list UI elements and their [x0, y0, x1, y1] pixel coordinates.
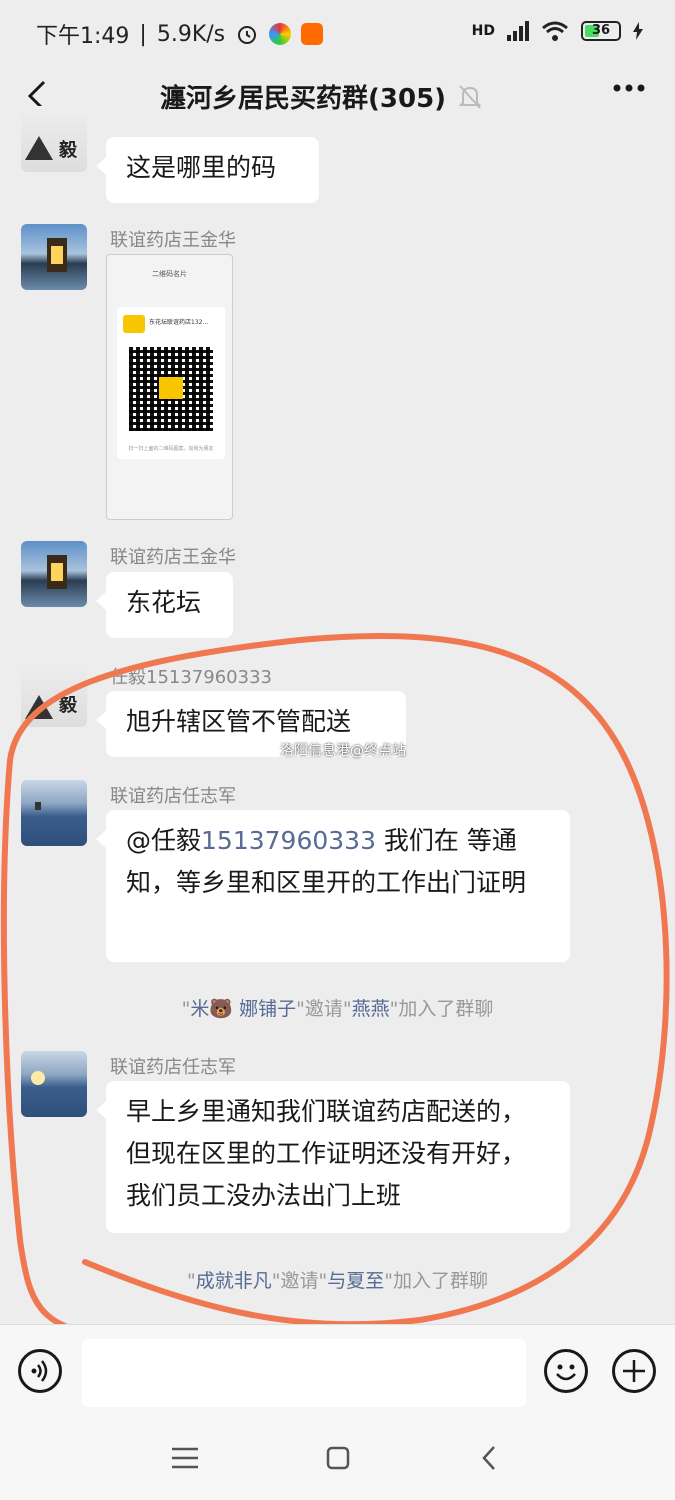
menu-icon[interactable]: [172, 1446, 198, 1470]
system-nav-bar: [0, 1420, 675, 1500]
sender-name: 任毅15137960333: [110, 667, 272, 688]
mi-app-icon: [301, 23, 324, 45]
inviter-name[interactable]: 成就非凡: [196, 1270, 272, 1292]
chat-header: 瀍河乡居民买药群(305): [0, 66, 675, 126]
battery-icon: 36: [581, 21, 621, 41]
message-input[interactable]: [82, 1339, 526, 1407]
chat-title: 瀍河乡居民买药群(305): [160, 84, 447, 114]
system-notice: "米🐻 娜铺子"邀请"燕燕"加入了群聊: [181, 998, 494, 1020]
status-bar: 下午1:49 | 5.9K/s HD 36: [0, 0, 675, 66]
qr-code-image[interactable]: 二维码名片 东花坛联谊药店132... 扫一扫上面的二维码图案，加我为朋友: [106, 254, 233, 520]
signal-icon: [507, 21, 529, 41]
wifi-icon: [542, 21, 568, 41]
alarm-icon: [238, 26, 257, 44]
more-functions-button[interactable]: [612, 1349, 656, 1393]
message-bubble[interactable]: 这是哪里的码: [96, 137, 319, 203]
inviter-name[interactable]: 米🐻 娜铺子: [190, 998, 296, 1020]
input-bar: [0, 1324, 675, 1421]
sender-name: 联谊药店王金华: [110, 547, 236, 568]
watermark: 洛阳信息港@终点站: [280, 743, 406, 759]
invitee-name[interactable]: 燕燕: [352, 998, 390, 1020]
system-back-icon[interactable]: [480, 1444, 498, 1472]
charging-icon: [633, 22, 643, 40]
avatar[interactable]: [21, 224, 87, 290]
message-bubble[interactable]: 东花坛: [96, 572, 233, 638]
invitee-name[interactable]: 与夏至: [327, 1270, 384, 1292]
more-options-icon[interactable]: [613, 84, 645, 92]
avatar[interactable]: 毅: [21, 661, 87, 727]
sender-name: 联谊药店王金华: [110, 230, 236, 251]
hd-label: HD: [471, 23, 495, 39]
voice-input-button[interactable]: [18, 1349, 62, 1393]
emoji-icon: [556, 1364, 576, 1381]
phone-link[interactable]: 15137960333: [201, 826, 376, 855]
network-speed: 5.9K/s: [156, 21, 226, 47]
sender-name: 联谊药店任志军: [110, 1057, 236, 1078]
status-time: 下午1:49: [36, 24, 130, 49]
emoji-button[interactable]: [544, 1349, 588, 1393]
avatar[interactable]: 毅: [21, 106, 87, 172]
app-notification-icon: [269, 23, 292, 45]
system-notice: "成就非凡"邀请"与夏至"加入了群聊: [186, 1270, 489, 1292]
avatar[interactable]: [21, 541, 87, 607]
voice-icon: [31, 1360, 48, 1382]
message-bubble[interactable]: @任毅15137960333 我们在 等通知，等乡里和区里开的工作出门证明: [96, 810, 570, 962]
message-bubble[interactable]: 早上乡里通知我们联谊药店配送的，但现在区里的工作证明还没有开好，我们员工没办法出…: [96, 1081, 570, 1233]
avatar[interactable]: [21, 1051, 87, 1117]
avatar[interactable]: [21, 780, 87, 846]
plus-icon: [623, 1360, 645, 1382]
mention[interactable]: @任毅: [126, 826, 201, 855]
home-icon[interactable]: [326, 1446, 350, 1470]
mute-bell-icon: [458, 84, 482, 109]
sender-name: 联谊药店任志军: [110, 786, 236, 807]
